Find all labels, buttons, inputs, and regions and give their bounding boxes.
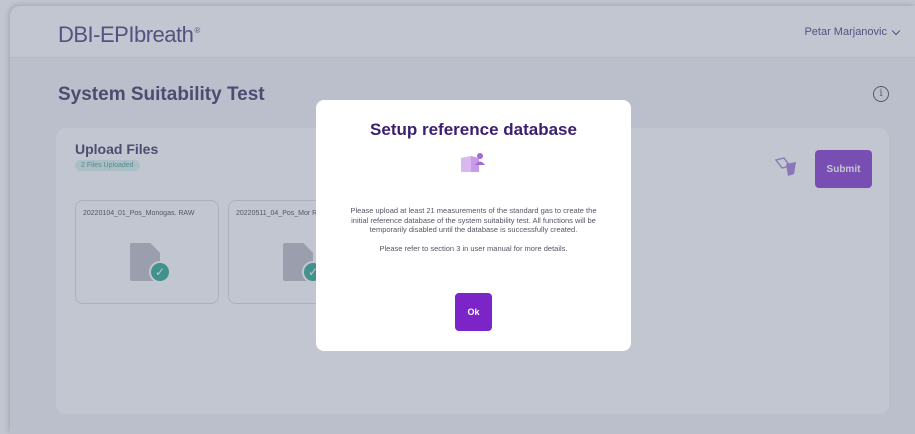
database-user-icon [461, 153, 485, 172]
setup-reference-dialog: Setup reference database Please upload a… [316, 100, 631, 351]
dialog-paragraph: Please upload at least 21 measurements o… [350, 206, 597, 234]
ok-button[interactable]: Ok [455, 293, 492, 331]
dialog-body: Please upload at least 21 measurements o… [344, 206, 603, 262]
dialog-title: Setup reference database [370, 120, 577, 139]
dialog-paragraph: Please refer to section 3 in user manual… [379, 243, 568, 253]
